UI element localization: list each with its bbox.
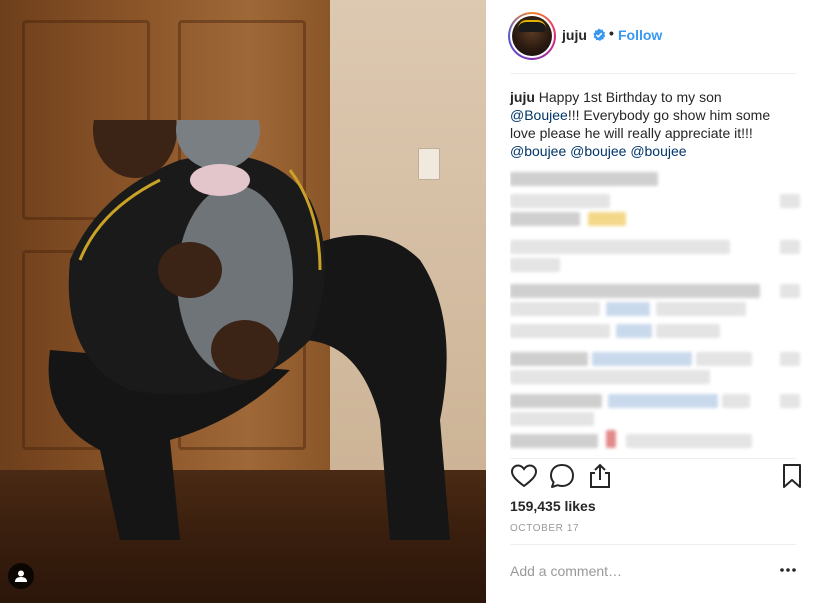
blurred-comment bbox=[510, 394, 602, 408]
actions-divider bbox=[510, 458, 796, 459]
blurred-reply bbox=[780, 352, 800, 366]
post-caption: juju Happy 1st Birthday to my son @Bouje… bbox=[510, 88, 780, 160]
user-tag-icon bbox=[15, 570, 27, 582]
user-tag-button[interactable] bbox=[8, 563, 34, 589]
caption-username[interactable]: juju bbox=[510, 89, 535, 105]
mention-link[interactable]: @boujee bbox=[630, 143, 686, 159]
blurred-comment bbox=[510, 258, 560, 272]
blurred-reply bbox=[780, 394, 800, 408]
blurred-comment bbox=[510, 324, 610, 338]
blurred-reply bbox=[780, 194, 800, 208]
follow-button[interactable]: Follow bbox=[618, 27, 662, 43]
blurred-comment bbox=[510, 194, 610, 208]
blurred-comment bbox=[608, 394, 718, 408]
comments-list[interactable] bbox=[510, 168, 810, 458]
blurred-comment bbox=[510, 412, 594, 426]
blurred-comment bbox=[696, 352, 752, 366]
blurred-comment bbox=[626, 434, 752, 448]
comment-input[interactable] bbox=[510, 561, 750, 581]
post-actions bbox=[508, 462, 808, 492]
blurred-comment bbox=[510, 284, 760, 298]
more-icon[interactable] bbox=[778, 560, 798, 580]
heart-icon[interactable] bbox=[510, 462, 538, 490]
mention-link[interactable]: @boujee bbox=[570, 143, 626, 159]
avatar[interactable] bbox=[508, 12, 556, 60]
post-date: OCTOBER 17 bbox=[510, 523, 580, 534]
mention-link[interactable]: @boujee bbox=[510, 143, 566, 159]
caption-text: Happy 1st Birthday to my son bbox=[534, 89, 722, 105]
person-with-dog-illustration bbox=[48, 120, 450, 540]
blurred-comment bbox=[656, 324, 720, 338]
blurred-comment bbox=[510, 302, 600, 316]
blurred-comment bbox=[510, 172, 658, 186]
comment-icon[interactable] bbox=[548, 462, 576, 490]
author-username[interactable]: juju bbox=[562, 27, 587, 43]
blurred-reply bbox=[780, 240, 800, 254]
likes-count[interactable]: 159,435 likes bbox=[510, 498, 596, 514]
verified-badge-icon bbox=[593, 28, 606, 41]
header-separator: • bbox=[609, 25, 614, 41]
comment-divider bbox=[510, 544, 796, 545]
blurred-comment bbox=[510, 434, 598, 448]
blurred-comment bbox=[606, 430, 616, 448]
blurred-comment bbox=[510, 212, 580, 226]
blurred-comment bbox=[510, 370, 710, 384]
blurred-comment bbox=[588, 212, 626, 226]
post-header: juju • Follow bbox=[486, 0, 818, 72]
blurred-comment bbox=[606, 302, 650, 316]
post-details-panel: juju • Follow juju Happy 1st Birthday to… bbox=[486, 0, 818, 603]
share-icon[interactable] bbox=[586, 462, 614, 490]
blurred-reply bbox=[780, 284, 800, 298]
blurred-comment bbox=[722, 394, 750, 408]
blurred-comment bbox=[510, 240, 730, 254]
blurred-comment bbox=[616, 324, 652, 338]
blurred-comment bbox=[656, 302, 746, 316]
blurred-comment bbox=[592, 352, 692, 366]
blurred-comment bbox=[510, 352, 588, 366]
mention-link[interactable]: @Boujee bbox=[510, 107, 568, 123]
bookmark-icon[interactable] bbox=[778, 462, 806, 490]
avatar-image bbox=[512, 16, 552, 56]
header-divider bbox=[510, 73, 796, 74]
post-photo[interactable] bbox=[0, 0, 486, 603]
